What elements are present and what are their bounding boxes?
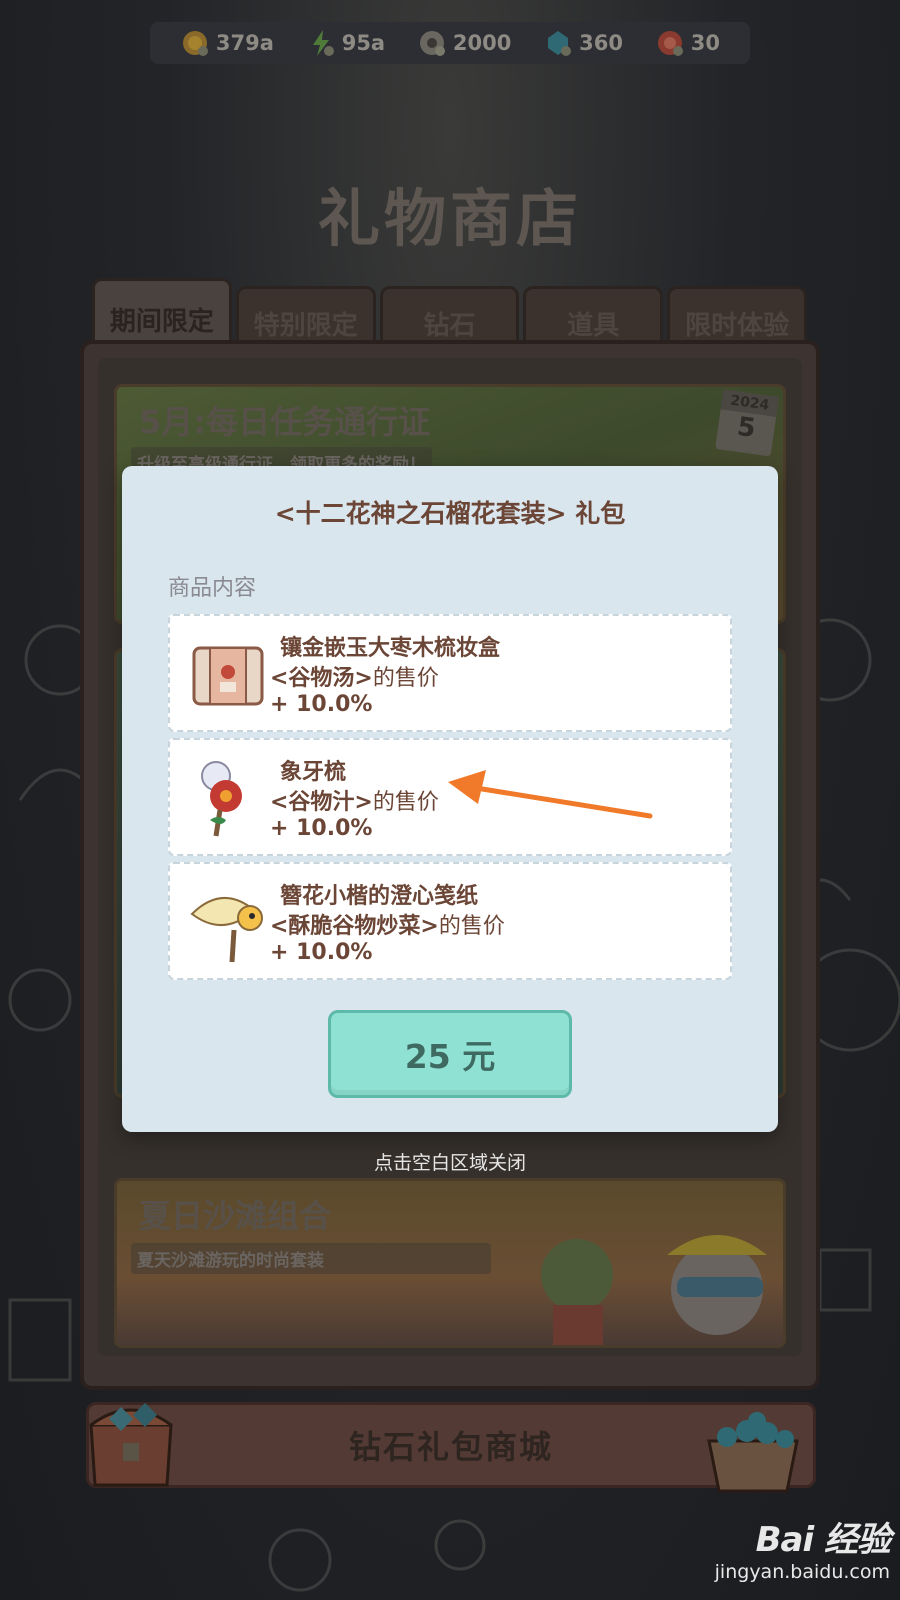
item-card: 镶金嵌玉大枣木梳妆盒 <谷物汤>的售价 + 10.0% — [168, 614, 732, 732]
currency-ticket[interactable]: 30 — [655, 28, 720, 58]
item-effect: <谷物汁>的售价 — [270, 784, 439, 816]
banner-pass-title: 5月:每日任务通行证 — [139, 403, 431, 441]
gear-value: 2000 — [452, 31, 512, 55]
diamond-basket-icon — [707, 1412, 799, 1493]
currency-energy[interactable]: 95a — [306, 28, 385, 58]
diamond-value: 360 — [579, 31, 623, 55]
item-effect: <谷物汤>的售价 — [270, 660, 439, 692]
item-effect-target: <酥脆谷物炒菜> — [270, 914, 439, 939]
item-value: + 10.0% — [270, 940, 373, 965]
item-name: 镶金嵌玉大枣木梳妆盒 — [280, 636, 501, 661]
energy-value: 95a — [341, 31, 386, 55]
baidu-jingyan-watermark: Bai 经验 jingyan.baidu.com — [714, 1512, 891, 1583]
item-name: 簪花小楷的澄心笺纸 — [280, 884, 479, 909]
diamond-mall-button[interactable]: 钻石礼包商城 — [86, 1402, 816, 1493]
banner-summer-title: 夏日沙滩组合 — [139, 1197, 332, 1235]
page-title: 礼物商店 — [317, 182, 582, 255]
ticket-icon — [655, 28, 685, 58]
item-effect-target: <谷物汁> — [270, 790, 373, 815]
item-card: 簪花小楷的澄心笺纸 <酥脆谷物炒菜>的售价 + 10.0% — [168, 862, 732, 980]
close-hint[interactable]: 点击空白区域关闭 — [0, 1148, 900, 1175]
watermark-brand: Bai 经验 — [755, 1520, 891, 1560]
gear-token-icon — [417, 28, 447, 58]
item-value: + 10.0% — [270, 816, 373, 841]
calendar-day: 5 — [735, 411, 758, 445]
contents-label: 商品内容 — [168, 576, 257, 601]
item-value: + 10.0% — [270, 692, 373, 717]
item-name: 象牙梳 — [280, 760, 347, 785]
gold-value: 379a — [215, 31, 274, 55]
currency-diamond[interactable]: 360 — [543, 28, 623, 58]
banner-summer-subtitle: 夏天沙滩游玩的时尚套装 — [131, 1243, 491, 1274]
item-effect-target: <谷物汤> — [270, 666, 373, 691]
treasure-chest-icon — [89, 1403, 173, 1487]
purchase-price-button[interactable]: 25 元 — [328, 1010, 572, 1098]
currency-gear[interactable]: 2000 — [417, 28, 511, 58]
calendar-icon: 2024 5 — [715, 389, 779, 457]
item-effect-suffix: 的售价 — [372, 666, 439, 691]
dialog-title: <十二花神之石榴花套装> 礼包 — [274, 499, 626, 528]
currency-bar: 379a 95a 2000 360 30 — [150, 22, 750, 64]
currency-gold[interactable]: 379a — [180, 28, 274, 58]
watermark-url: jingyan.baidu.com — [714, 1561, 890, 1583]
ivory-comb-icon — [201, 761, 242, 837]
item-effect-suffix: 的售价 — [438, 914, 505, 939]
diamond-icon — [543, 28, 573, 58]
annotation-arrow-icon — [448, 770, 653, 819]
item-effect: <酥脆谷物炒菜>的售价 — [270, 908, 505, 940]
beach-characters-illustration — [541, 1235, 767, 1345]
diamond-mall-label: 钻石礼包商城 — [348, 1428, 553, 1466]
vanity-box-icon — [192, 646, 264, 706]
item-effect-suffix: 的售价 — [372, 790, 439, 815]
ticket-value: 30 — [690, 31, 721, 55]
banner-summer-beach[interactable]: 夏日沙滩组合 夏天沙滩游玩的时尚套装 — [114, 1178, 786, 1348]
gold-coin-icon — [180, 28, 210, 58]
letter-paper-fish-icon — [190, 896, 263, 963]
energy-bolt-icon — [306, 28, 336, 58]
